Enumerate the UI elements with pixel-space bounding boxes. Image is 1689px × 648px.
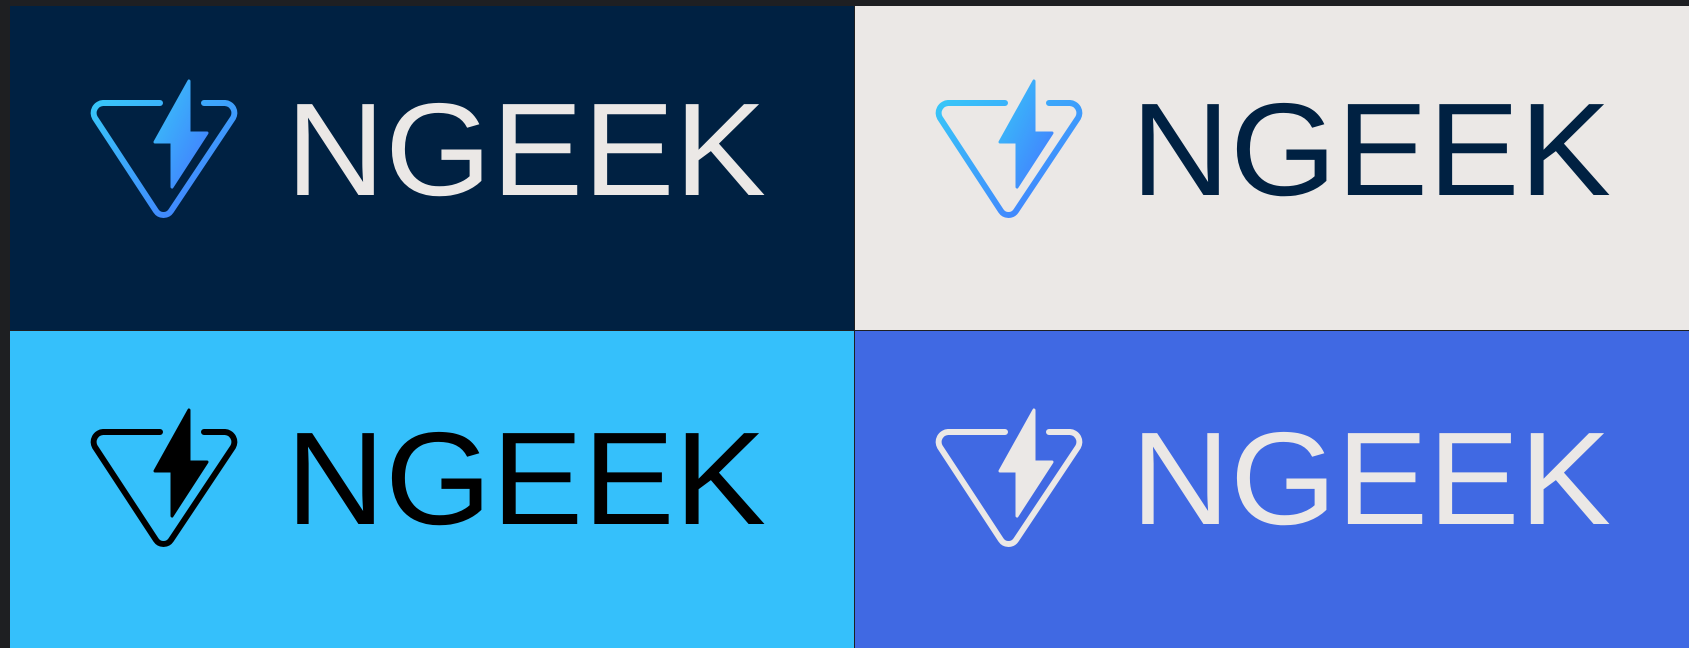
svg-text:NGEEK: NGEEK (286, 424, 766, 534)
wordmark: NGEEK (286, 95, 766, 205)
panel-navy: NGEEK (10, 6, 854, 330)
lightning-triangle-icon (935, 408, 1083, 548)
wordmark: NGEEK (1131, 95, 1611, 205)
lightning-triangle-icon (935, 79, 1083, 219)
lightning-triangle-icon (90, 408, 238, 548)
svg-text:NGEEK: NGEEK (1131, 424, 1611, 534)
svg-text:NGEEK: NGEEK (286, 95, 766, 205)
wordmark: NGEEK (1131, 424, 1611, 534)
panel-light-gray: NGEEK (855, 6, 1689, 330)
svg-text:NGEEK: NGEEK (1131, 95, 1611, 205)
logo-variants-grid: NGEEK NGEEK NGEEK NGEEK (10, 6, 1689, 648)
panel-royal-blue: NGEEK (855, 331, 1689, 648)
panel-sky-blue: NGEEK (10, 331, 854, 648)
lightning-triangle-icon (90, 79, 238, 219)
wordmark: NGEEK (286, 424, 766, 534)
